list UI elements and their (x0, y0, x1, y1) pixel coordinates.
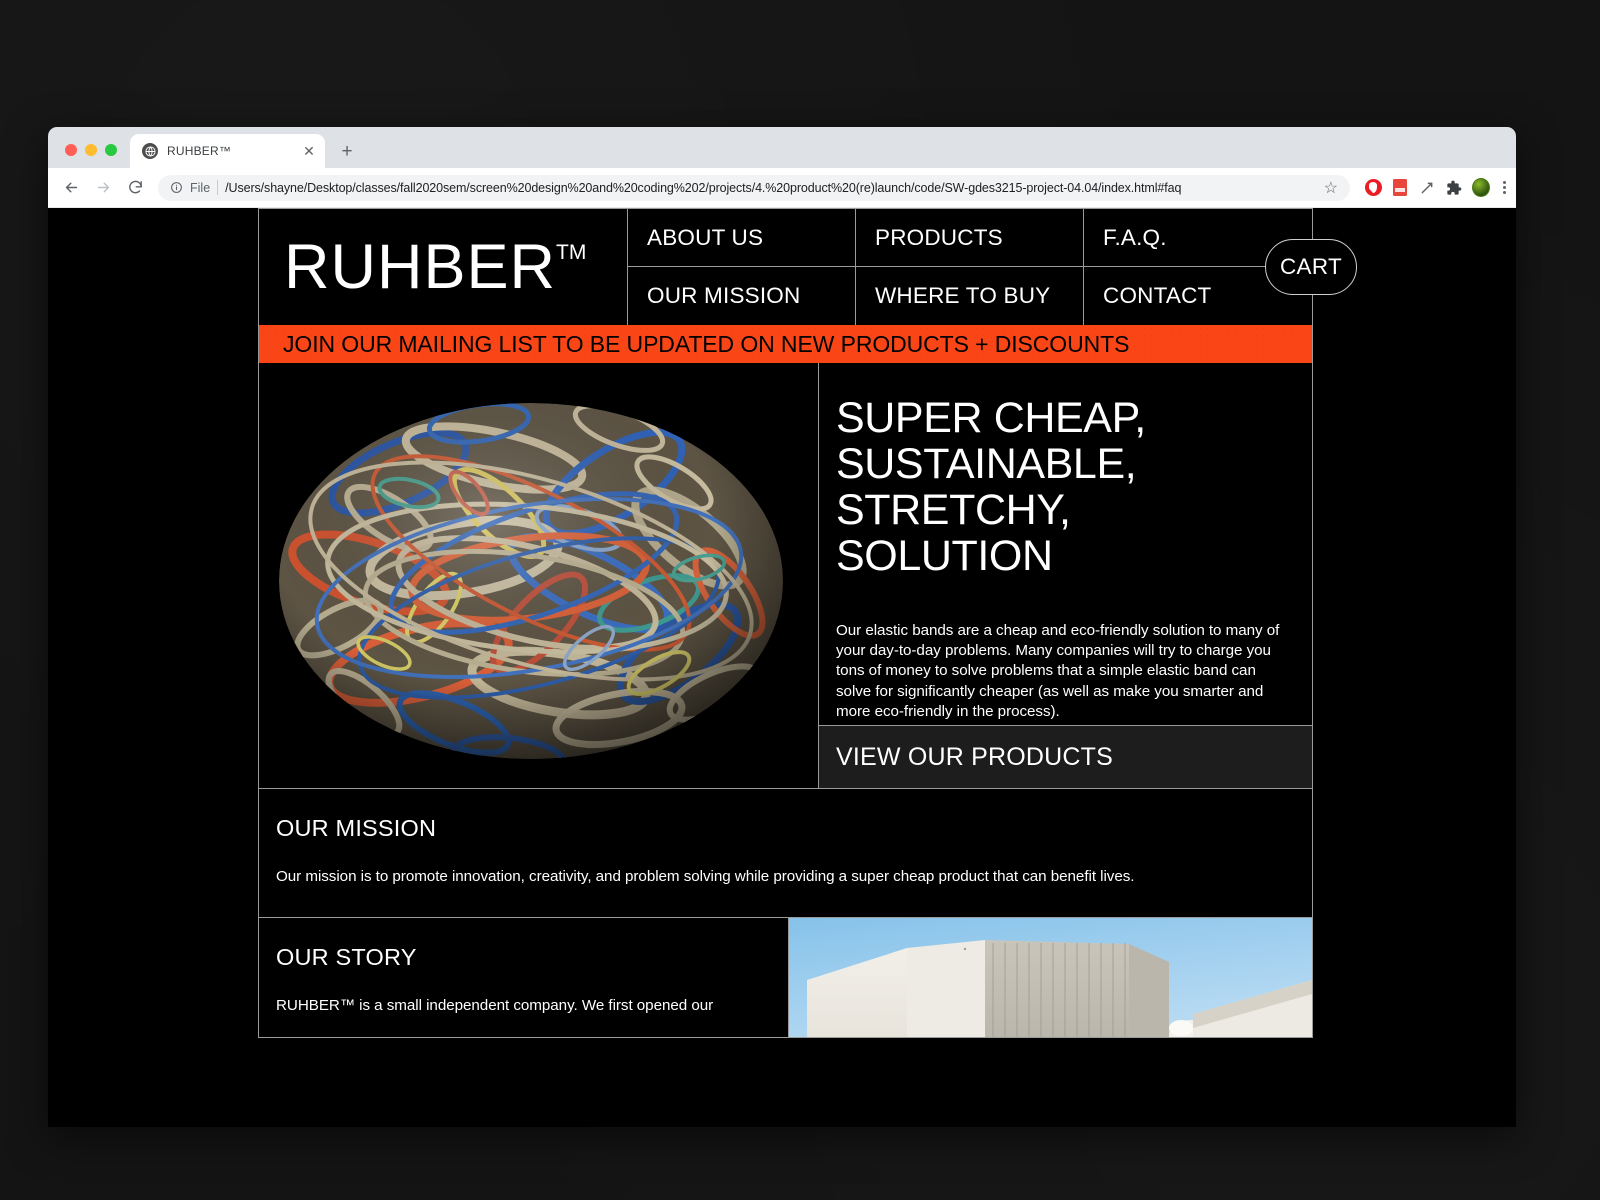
reload-icon[interactable] (120, 173, 150, 203)
hero-paragraph: Our elastic bands are a cheap and eco-fr… (836, 622, 1280, 720)
nav-item-our-mission[interactable]: OUR MISSION (628, 267, 856, 325)
hero-section: SUPER CHEAP, SUSTAINABLE, STRETCHY, SOLU… (258, 363, 1313, 789)
profile-avatar[interactable] (1472, 178, 1490, 197)
our-story-section: OUR STORY RUHBER™ is a small independent… (258, 918, 1313, 1039)
site-header: RUHBER TM ABOUT US PRODUCTS F.A.Q. OUR MI… (258, 208, 1357, 325)
our-mission-section: OUR MISSION Our mission is to promote in… (258, 789, 1313, 919)
browser-toolbar: File /Users/shayne/Desktop/classes/fall2… (48, 168, 1516, 208)
nav-item-where-to-buy[interactable]: WHERE TO BUY (856, 267, 1084, 325)
our-mission-body: Our mission is to promote innovation, cr… (276, 868, 1135, 885)
warehouse-factory-image (789, 918, 1312, 1038)
browser-tab[interactable]: RUHBER™ ✕ (130, 134, 325, 168)
logo[interactable]: RUHBER TM (259, 209, 628, 325)
puzzle-icon[interactable] (1445, 179, 1463, 197)
hero-content: SUPER CHEAP, SUSTAINABLE, STRETCHY, SOLU… (819, 363, 1312, 788)
lightning-icon[interactable] (1418, 179, 1436, 197)
omnibox-divider (217, 180, 219, 195)
new-tab-button[interactable]: + (333, 137, 361, 165)
extension-icons (1358, 178, 1506, 197)
info-icon[interactable] (170, 181, 183, 194)
logo-trademark: TM (556, 240, 587, 264)
nav-item-about-us[interactable]: ABOUT US (628, 209, 856, 267)
address-bar[interactable]: File /Users/shayne/Desktop/classes/fall2… (158, 174, 1350, 201)
our-mission-heading: OUR MISSION (276, 815, 437, 841)
site-container: RUHBER TM ABOUT US PRODUCTS F.A.Q. OUR MI… (258, 208, 1357, 1039)
browser-tabstrip: RUHBER™ ✕ + (48, 127, 1516, 168)
window-traffic-lights (48, 144, 130, 168)
page-content: RUHBER TM ABOUT US PRODUCTS F.A.Q. OUR MI… (48, 208, 1516, 1127)
bookmark-star-icon[interactable]: ☆ (1324, 178, 1338, 198)
view-products-button[interactable]: VIEW OUR PRODUCTS (819, 726, 1312, 788)
url-text: /Users/shayne/Desktop/classes/fall2020se… (225, 180, 1182, 195)
shield-icon[interactable] (1364, 179, 1382, 197)
forward-icon[interactable] (88, 173, 118, 203)
browser-tab-title: RUHBER™ (167, 144, 232, 158)
back-icon[interactable] (56, 173, 86, 203)
close-icon[interactable]: ✕ (301, 143, 317, 159)
minimize-window-button[interactable] (85, 144, 97, 156)
logo-text: RUHBER (284, 231, 557, 302)
our-story-heading: OUR STORY (276, 944, 417, 971)
cart-button[interactable]: CART (1265, 239, 1357, 295)
hero-headline: SUPER CHEAP, SUSTAINABLE, STRETCHY, SOLU… (836, 394, 1146, 580)
url-scheme-label: File (190, 180, 211, 195)
browser-window: RUHBER™ ✕ + File /Users/shayne/Desktop/c… (48, 127, 1516, 1127)
document-icon[interactable] (1391, 179, 1409, 197)
hero-copy: SUPER CHEAP, SUSTAINABLE, STRETCHY, SOLU… (819, 363, 1312, 726)
maximize-window-button[interactable] (105, 144, 117, 156)
primary-nav: ABOUT US PRODUCTS F.A.Q. OUR MISSION WHE… (628, 209, 1312, 325)
globe-icon (142, 143, 158, 159)
nav-item-products[interactable]: PRODUCTS (856, 209, 1084, 267)
rubber-band-ball-image (259, 363, 819, 788)
mailing-list-banner-text: JOIN OUR MAILING LIST TO BE UPDATED ON N… (283, 330, 1130, 357)
our-story-text: OUR STORY RUHBER™ is a small independent… (259, 918, 789, 1038)
mailing-list-banner[interactable]: JOIN OUR MAILING LIST TO BE UPDATED ON N… (258, 325, 1313, 363)
our-story-body: RUHBER™ is a small independent company. … (276, 997, 714, 1015)
browser-menu-icon[interactable] (1499, 181, 1506, 194)
close-window-button[interactable] (65, 144, 77, 156)
